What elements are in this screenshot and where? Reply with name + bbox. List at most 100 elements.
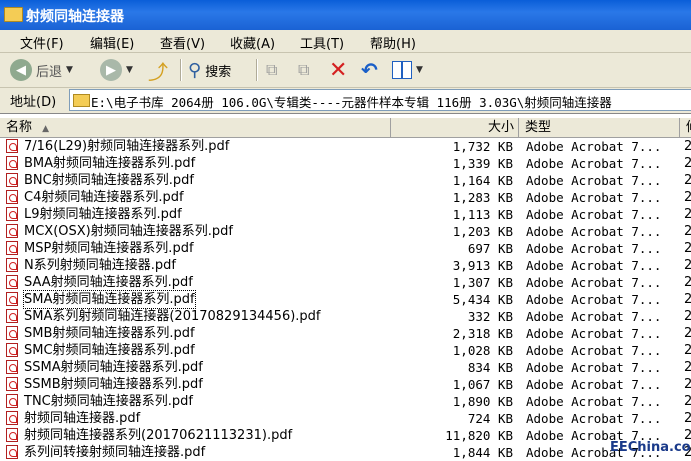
search-button[interactable]: ⚲ 搜索 — [188, 56, 231, 84]
file-name[interactable]: SAA射频同轴连接器系列.pdf — [24, 274, 193, 291]
file-row[interactable]: TNC射频同轴连接器系列.pdf 1,890 KB Adobe Acrobat 7.… — [0, 393, 691, 410]
pdf-file-icon — [6, 241, 18, 255]
file-row[interactable]: 7/16(L29)射频同轴连接器系列.pdf 1,732 KB Adobe Acro… — [0, 138, 691, 155]
pdf-file-icon — [6, 411, 18, 425]
pdf-file-icon — [6, 326, 18, 340]
file-row[interactable]: 射频同轴连接器.pdf 724 KB Adobe Acrobat 7... 2 — [0, 410, 691, 427]
file-name[interactable]: SSMA射频同轴连接器系列.pdf — [24, 359, 203, 376]
column-header-row: 名称 ▲ 大小 类型 修 — [0, 118, 691, 138]
file-row[interactable]: SAA射频同轴连接器系列.pdf 1,307 KB Adobe Acrobat 7.… — [0, 274, 691, 291]
file-name[interactable]: MSP射频同轴连接器系列.pdf — [24, 240, 194, 257]
column-header-size[interactable]: 大小 — [391, 118, 519, 137]
file-row[interactable]: SMA系列射频同轴连接器(20170829134456).pdf 332 KB Ad… — [0, 308, 691, 325]
file-name[interactable]: BNC射频同轴连接器系列.pdf — [24, 172, 194, 189]
file-name[interactable]: SMA系列射频同轴连接器(20170829134456).pdf — [24, 308, 321, 325]
file-type: Adobe Acrobat 7... — [526, 411, 662, 426]
up-folder-button[interactable]: ⤴ — [148, 56, 168, 84]
file-list[interactable]: 名称 ▲ 大小 类型 修 7/16(L29)射频同轴连接器系列.pdf 1,732… — [0, 113, 691, 461]
menu-file[interactable]: 文件(F) — [20, 33, 64, 52]
move-to-button[interactable]: ⧉ — [266, 56, 277, 84]
column-header-type[interactable]: 类型 — [519, 118, 680, 137]
file-size: 2,318 KB — [452, 326, 513, 341]
file-name[interactable]: 7/16(L29)射频同轴连接器系列.pdf — [24, 138, 229, 155]
file-modified: 2 — [684, 138, 691, 155]
file-row[interactable]: N系列射频同轴连接器.pdf 3,913 KB Adobe Acrobat 7...… — [0, 257, 691, 274]
file-type: Adobe Acrobat 7... — [526, 394, 662, 409]
file-name[interactable]: 射频同轴连接器.pdf — [24, 410, 140, 427]
file-row[interactable]: 射频同轴连接器系列(20170621113231).pdf 11,820 KB Ad… — [0, 427, 691, 444]
file-name[interactable]: L9射频同轴连接器系列.pdf — [24, 206, 182, 223]
file-name[interactable]: SMA射频同轴连接器系列.pdf — [23, 290, 196, 309]
search-label: 搜索 — [205, 64, 232, 80]
copy-to-button[interactable]: ⧉ — [298, 56, 309, 84]
menu-tools[interactable]: 工具(T) — [300, 33, 344, 52]
file-name[interactable]: BMA射频同轴连接器系列.pdf — [24, 155, 195, 172]
file-row[interactable]: BNC射频同轴连接器系列.pdf 1,164 KB Adobe Acrobat 7.… — [0, 172, 691, 189]
file-row[interactable]: SSMA射频同轴连接器系列.pdf 834 KB Adobe Acrobat 7..… — [0, 359, 691, 376]
file-type: Adobe Acrobat 7... — [526, 156, 662, 171]
file-modified: 2 — [684, 189, 691, 206]
pdf-file-icon — [6, 224, 18, 238]
file-row[interactable]: SMB射频同轴连接器系列.pdf 2,318 KB Adobe Acrobat 7.… — [0, 325, 691, 342]
file-row[interactable]: BMA射频同轴连接器系列.pdf 1,339 KB Adobe Acrobat 7.… — [0, 155, 691, 172]
menu-help[interactable]: 帮助(H) — [370, 33, 416, 52]
file-row[interactable]: SSMB射频同轴连接器系列.pdf 1,067 KB Adobe Acrobat 7… — [0, 376, 691, 393]
address-field[interactable]: E:\电子书库 2064册 106.0G\专辑类----元器件样本专辑 116册… — [69, 89, 691, 111]
undo-button[interactable]: ↶ — [361, 56, 378, 84]
menu-view[interactable]: 查看(V) — [160, 33, 205, 52]
column-header-name[interactable]: 名称 ▲ — [0, 118, 391, 137]
file-name[interactable]: C4射频同轴连接器系列.pdf — [24, 189, 184, 206]
file-modified: 2 — [684, 274, 691, 291]
file-size: 1,339 KB — [452, 156, 513, 171]
move-to-icon: ⧉ — [266, 60, 278, 79]
file-size: 11,820 KB — [445, 428, 513, 443]
file-name[interactable]: SMB射频同轴连接器系列.pdf — [24, 325, 195, 342]
file-type: Adobe Acrobat 7... — [526, 190, 662, 205]
file-row[interactable]: C4射频同轴连接器系列.pdf 1,283 KB Adobe Acrobat 7..… — [0, 189, 691, 206]
file-name[interactable]: 射频同轴连接器系列(20170621113231).pdf — [24, 427, 292, 444]
file-row[interactable]: L9射频同轴连接器系列.pdf 1,113 KB Adobe Acrobat 7..… — [0, 206, 691, 223]
menu-favorites[interactable]: 收藏(A) — [230, 33, 275, 52]
title-bar[interactable]: 射频同轴连接器 — [0, 0, 691, 30]
file-name[interactable]: SMC射频同轴连接器系列.pdf — [24, 342, 195, 359]
file-type: Adobe Acrobat 7... — [526, 139, 662, 154]
back-label: 后退 — [36, 64, 63, 80]
file-modified: 2 — [684, 206, 691, 223]
address-path[interactable]: E:\电子书库 2064册 106.0G\专辑类----元器件样本专辑 116册… — [91, 92, 612, 110]
pdf-file-icon — [6, 377, 18, 391]
file-row[interactable]: SMC射频同轴连接器系列.pdf 1,028 KB Adobe Acrobat 7.… — [0, 342, 691, 359]
file-modified: 2 — [684, 257, 691, 274]
file-row[interactable]: MCX(OSX)射频同轴连接器系列.pdf 1,203 KB Adobe Acrob… — [0, 223, 691, 240]
file-row[interactable]: 系列间转接射频同轴连接器.pdf 1,844 KB Adobe Acrobat 7.… — [0, 444, 691, 461]
menu-edit[interactable]: 编辑(E) — [90, 33, 134, 52]
chevron-down-icon[interactable]: ▼ — [416, 65, 423, 75]
forward-button[interactable]: ▶ ▼ — [100, 56, 133, 84]
file-type: Adobe Acrobat 7... — [526, 275, 662, 290]
chevron-down-icon[interactable]: ▼ — [66, 65, 73, 75]
back-button[interactable]: ◀ 后退 ▼ — [10, 56, 73, 84]
file-name[interactable]: N系列射频同轴连接器.pdf — [24, 257, 176, 274]
file-name[interactable]: TNC射频同轴连接器系列.pdf — [24, 393, 193, 410]
file-modified: 2 — [684, 223, 691, 240]
column-name-label: 名称 — [6, 120, 33, 135]
sort-ascending-icon: ▲ — [42, 124, 50, 134]
file-row[interactable]: MSP射频同轴连接器系列.pdf 697 KB Adobe Acrobat 7...… — [0, 240, 691, 257]
file-modified: 2 — [684, 291, 691, 308]
delete-icon: ✕ — [329, 57, 348, 83]
views-button[interactable]: ▼ — [392, 56, 423, 84]
file-modified: 2 — [684, 172, 691, 189]
delete-button[interactable]: ✕ — [329, 56, 347, 84]
file-name[interactable]: SSMB射频同轴连接器系列.pdf — [24, 376, 203, 393]
chevron-down-icon[interactable]: ▼ — [126, 65, 133, 75]
column-header-modified[interactable]: 修 — [680, 118, 691, 137]
undo-icon: ↶ — [361, 58, 378, 82]
copy-to-icon: ⧉ — [298, 60, 310, 79]
file-row[interactable]: SMA射频同轴连接器系列.pdf 5,434 KB Adobe Acrobat 7.… — [0, 290, 691, 309]
file-name[interactable]: MCX(OSX)射频同轴连接器系列.pdf — [24, 223, 233, 240]
file-type: Adobe Acrobat 7... — [526, 241, 662, 256]
file-size: 332 KB — [467, 309, 513, 324]
toolbar: ◀ 后退 ▼ ▶ ▼ ⤴ ⚲ 搜索 ⧉ ⧉ ✕ ↶ ▼ — [0, 53, 691, 88]
file-size: 1,164 KB — [452, 173, 513, 188]
file-name[interactable]: 系列间转接射频同轴连接器.pdf — [24, 444, 205, 461]
pdf-file-icon — [6, 173, 18, 187]
